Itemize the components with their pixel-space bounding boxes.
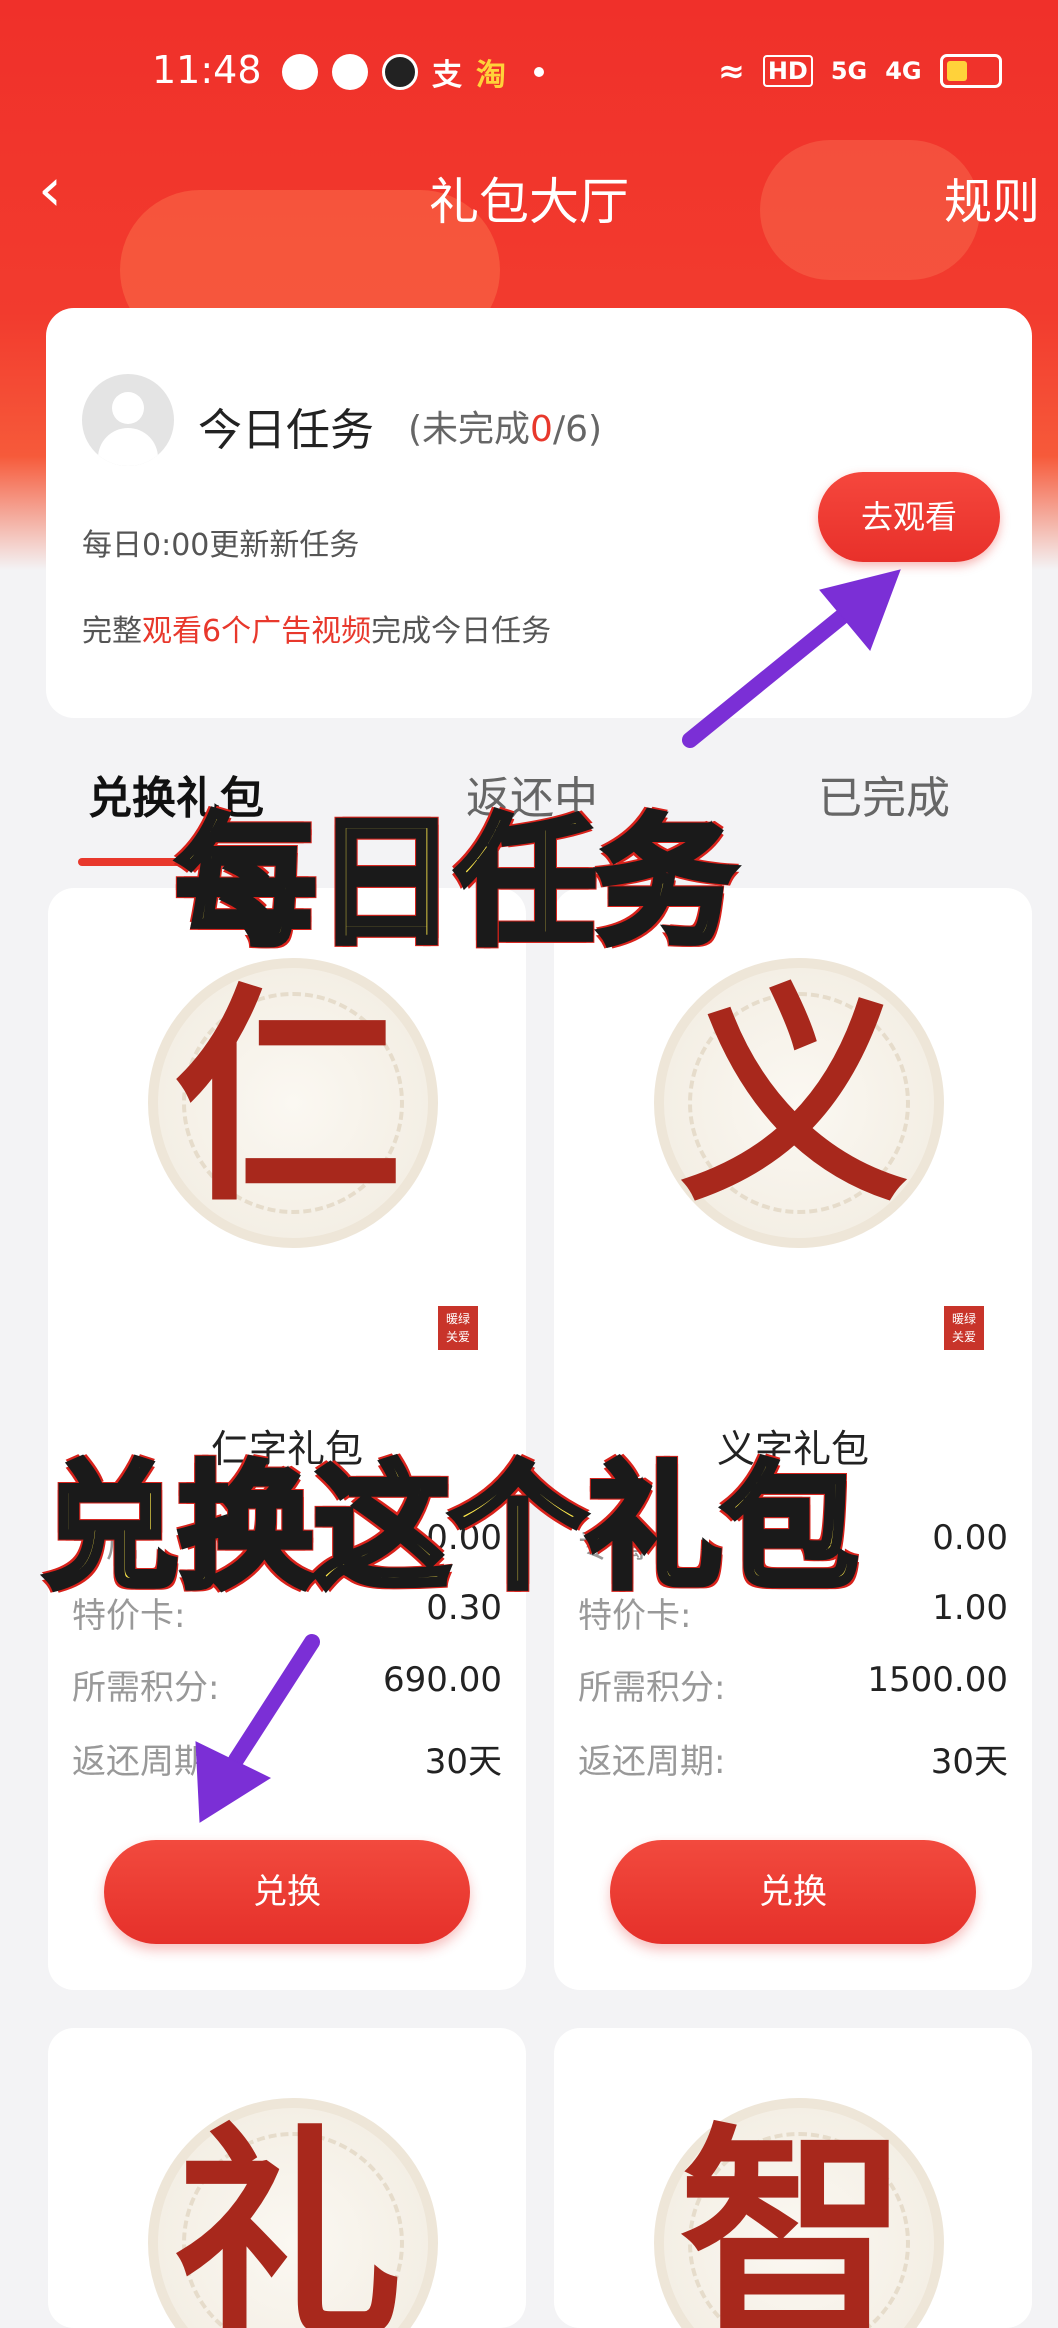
arrow-to-watch-icon — [682, 569, 901, 748]
annotation-arrows — [195, 569, 901, 1823]
arrow-to-redeem-icon — [195, 1634, 320, 1823]
